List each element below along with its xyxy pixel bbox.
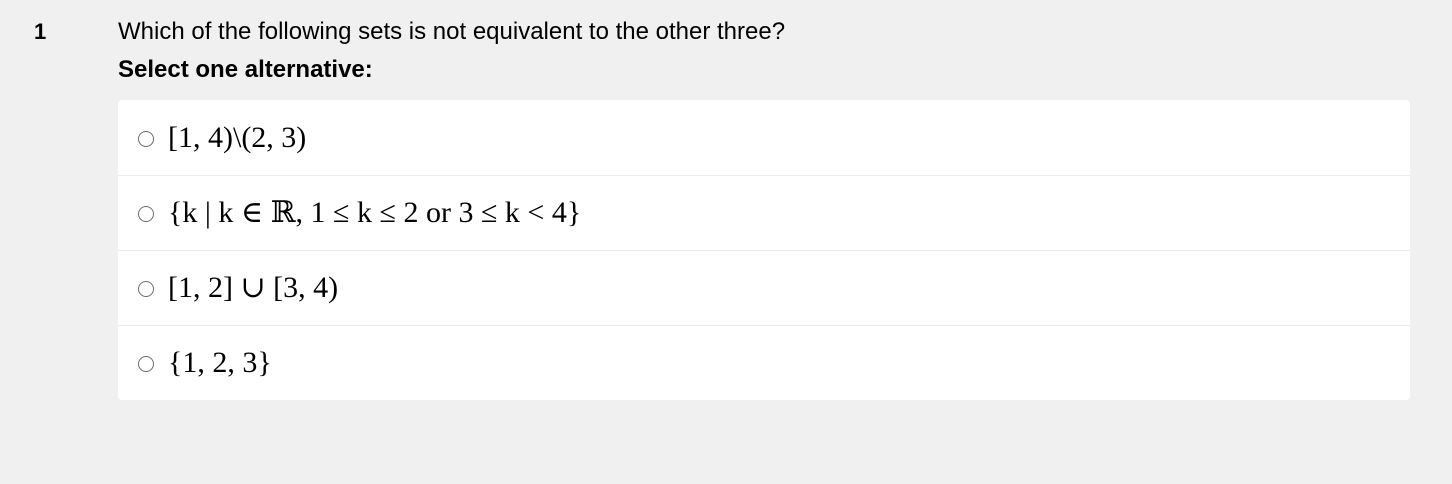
option-2[interactable]: {k | k ∈ ℝ, 1 ≤ k ≤ 2 or 3 ≤ k < 4} <box>118 175 1410 250</box>
radio-button[interactable] <box>138 130 154 147</box>
options-list: [1, 4)\(2, 3) {k | k ∈ ℝ, 1 ≤ k ≤ 2 or 3… <box>118 100 1410 400</box>
option-label: [1, 2] ∪ [3, 4) <box>168 271 339 304</box>
question-number: 1 <box>34 19 47 44</box>
question-text: Which of the following sets is not equiv… <box>118 18 786 45</box>
radio-button[interactable] <box>138 206 154 222</box>
option-label: [1, 4)\(2, 3) <box>168 120 307 154</box>
instruction-text: Select one alternative: <box>118 56 373 83</box>
option-label: {1, 2, 3} <box>168 346 272 379</box>
option-1[interactable]: [1, 4)\(2, 3) <box>118 100 1410 175</box>
radio-button[interactable] <box>138 281 154 297</box>
radio-button[interactable] <box>138 356 154 372</box>
option-3[interactable]: [1, 2] ∪ [3, 4) <box>118 250 1410 325</box>
option-4[interactable]: {1, 2, 3} <box>118 325 1410 400</box>
option-label: {k | k ∈ ℝ, 1 ≤ k ≤ 2 or 3 ≤ k < 4} <box>168 196 582 229</box>
